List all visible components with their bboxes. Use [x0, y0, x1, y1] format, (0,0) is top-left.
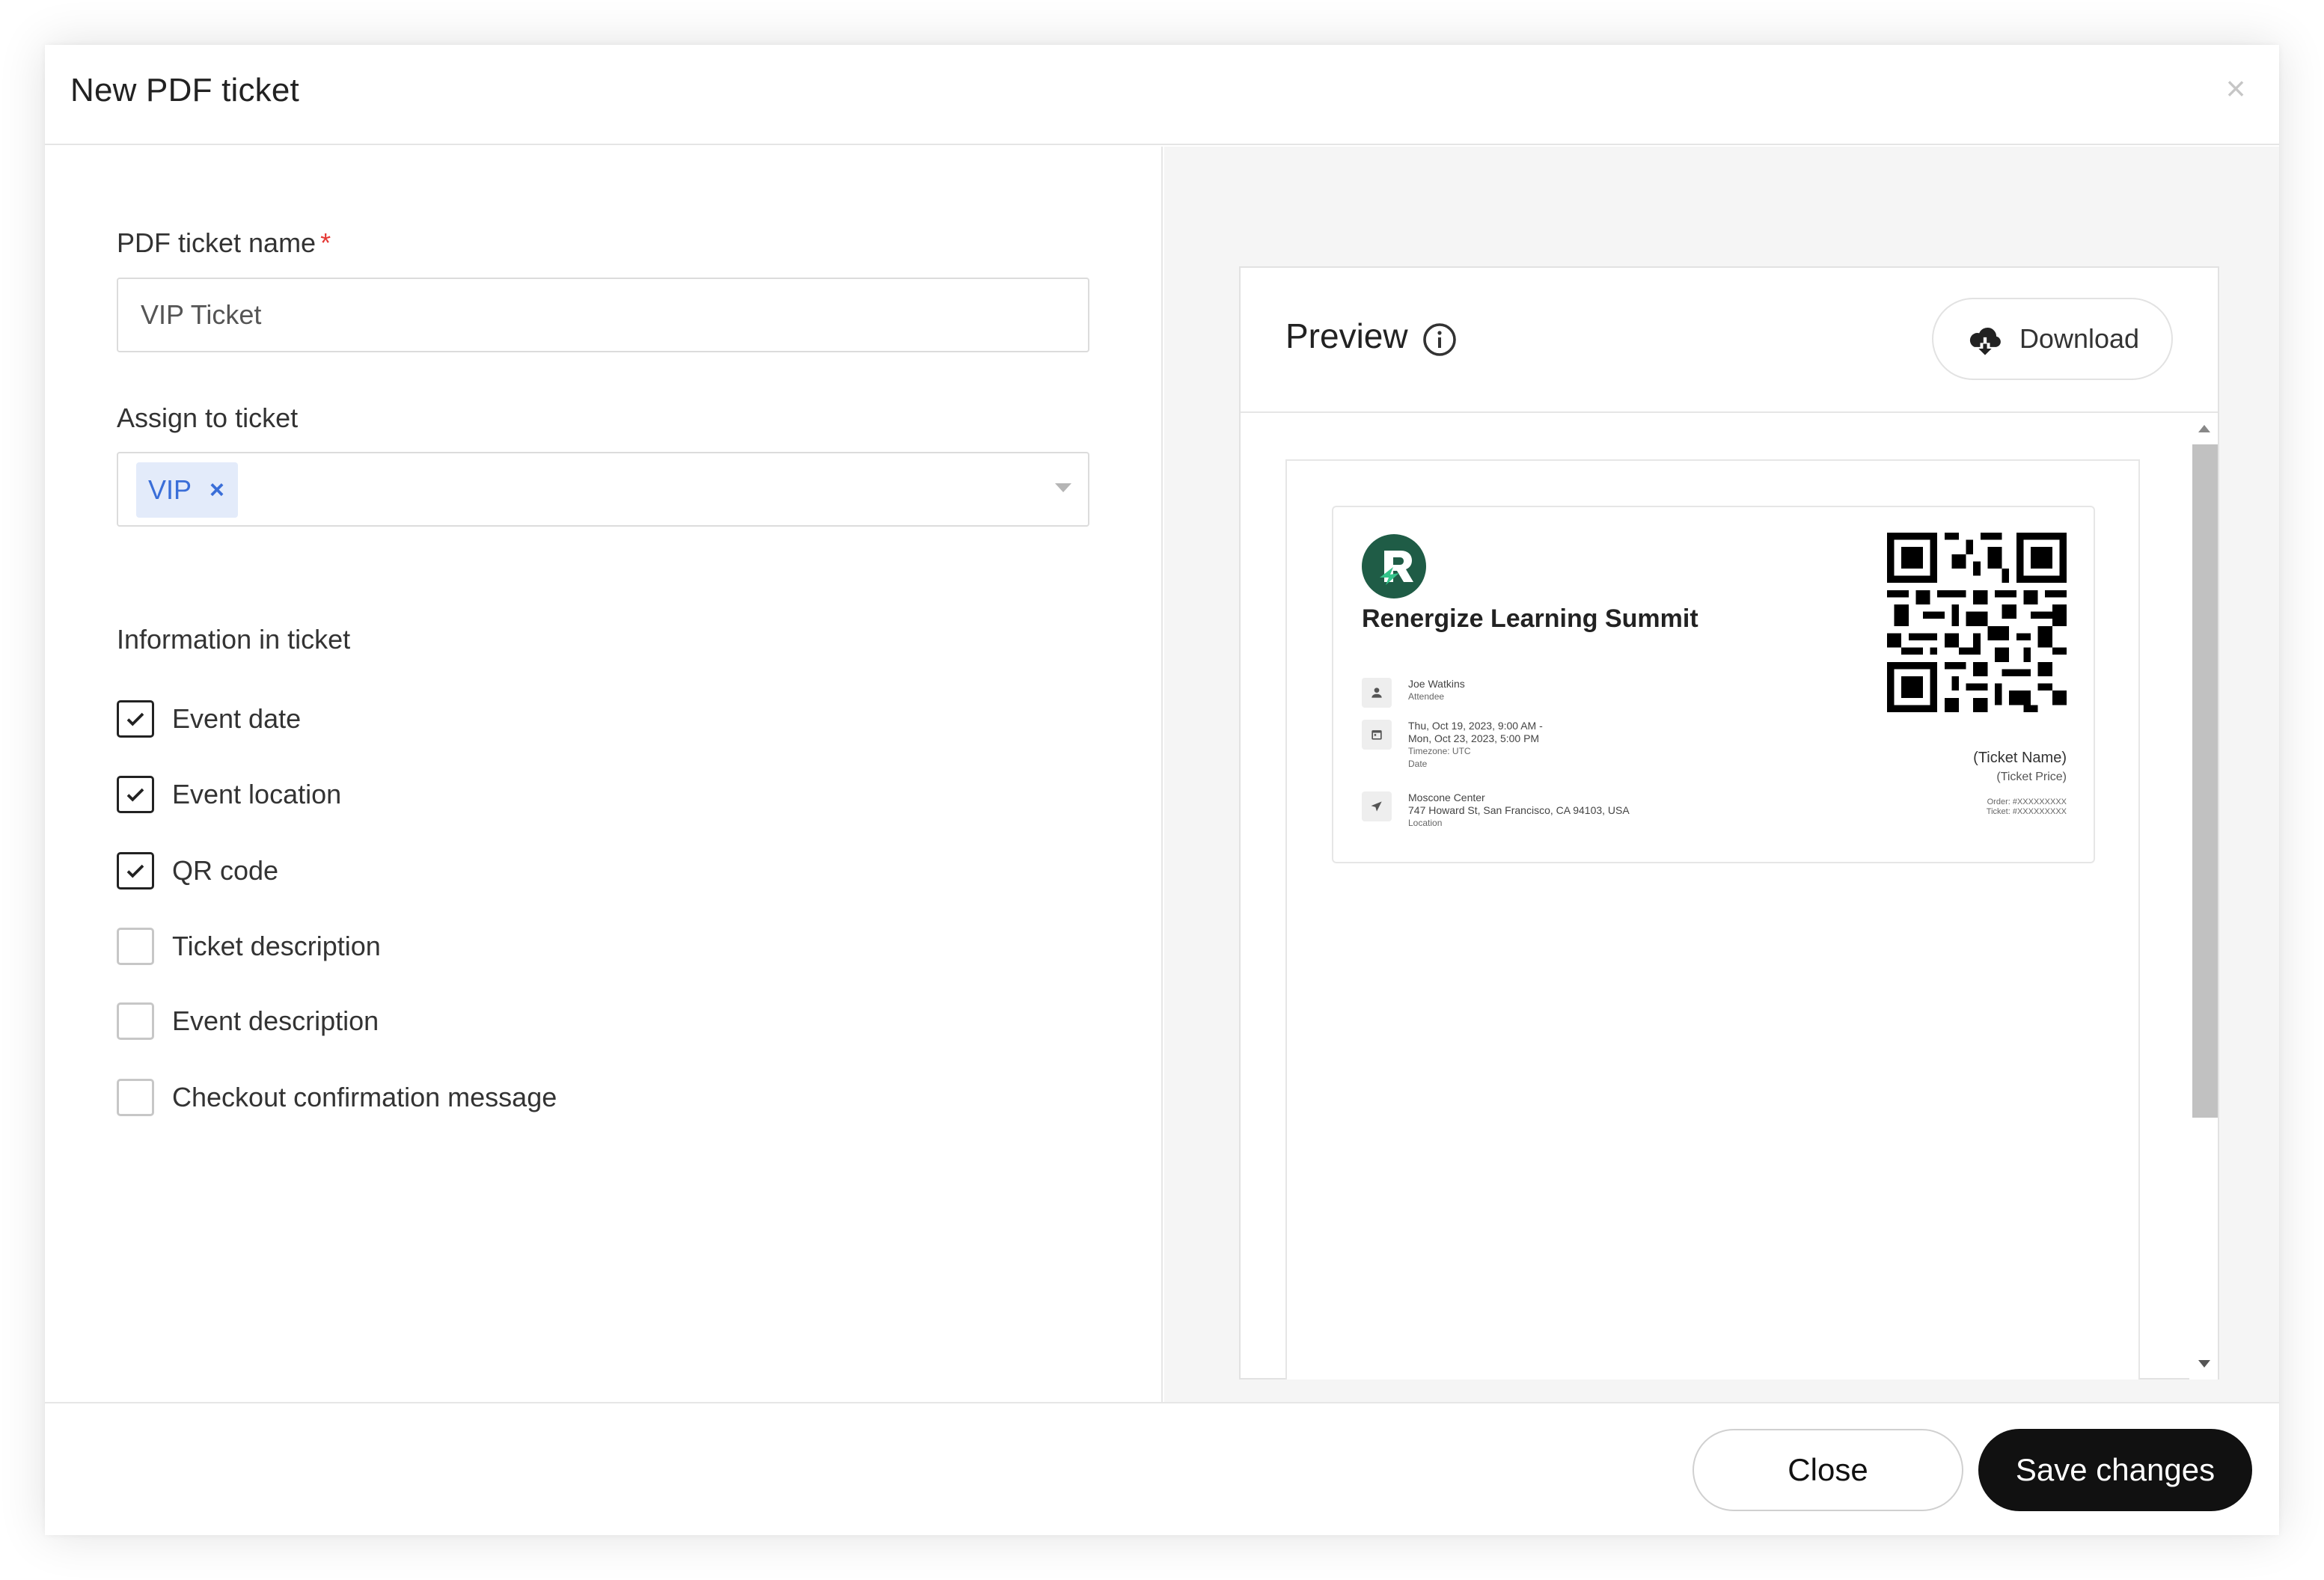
ticket-description-label: Ticket description	[172, 931, 381, 961]
location-name: Moscone Center	[1408, 791, 1485, 803]
preview-title: Preview	[1285, 316, 1408, 355]
checkmark-icon	[126, 864, 144, 878]
download-button[interactable]: Download	[1932, 298, 2173, 380]
info-in-ticket-label: Information in ticket	[117, 624, 351, 655]
preview-card: Preview Download Renergize Learning Summ…	[1239, 266, 2219, 1380]
checkout-confirmation-label: Checkout confirmation message	[172, 1082, 557, 1112]
pdf-ticket-modal: New PDF ticket × PDF ticket name* Assign…	[45, 45, 2279, 1535]
ticket-description-checkbox[interactable]	[117, 928, 154, 965]
event-date-label: Event date	[172, 703, 302, 734]
checkmark-icon	[126, 712, 144, 726]
ticket-name-label-text: PDF ticket name	[117, 227, 317, 258]
location-address: 747 Howard St, San Francisco, CA 94103, …	[1408, 804, 1630, 816]
modal-header: New PDF ticket ×	[45, 45, 2279, 145]
location-info: Moscone Center 747 Howard St, San Franci…	[1408, 791, 1630, 830]
date-line-1: Thu, Oct 19, 2023, 9:00 AM -	[1408, 720, 1543, 732]
scrollbar-thumb[interactable]	[2192, 444, 2218, 1118]
download-label: Download	[2019, 323, 2140, 354]
required-mark: *	[320, 227, 331, 258]
attendee-row: Joe Watkins Attendee	[1362, 678, 1465, 708]
option-event-date[interactable]: Event date	[117, 699, 301, 739]
assign-ticket-label: Assign to ticket	[117, 402, 299, 433]
event-description-checkbox[interactable]	[117, 1002, 154, 1040]
event-logo-icon	[1362, 534, 1426, 598]
ticket-name-label: PDF ticket name *	[117, 227, 331, 259]
close-icon[interactable]: ×	[2218, 70, 2254, 106]
event-name: Renergize Learning Summit	[1362, 604, 1698, 633]
order-ticket-ids: Order: #XXXXXXXXX Ticket: #XXXXXXXXX	[1987, 797, 2067, 817]
option-event-location[interactable]: Event location	[117, 774, 341, 815]
scroll-up-arrow-icon[interactable]	[2198, 425, 2210, 432]
cloud-download-icon	[1969, 327, 2001, 355]
ticket-price-placeholder: (Ticket Price)	[1996, 771, 2067, 783]
user-icon	[1362, 678, 1392, 708]
modal-title: New PDF ticket	[70, 72, 299, 108]
qr-code-icon	[1887, 533, 2067, 712]
date-row: Thu, Oct 19, 2023, 9:00 AM - Mon, Oct 23…	[1362, 720, 1543, 771]
date-sub: Date	[1408, 759, 1428, 769]
location-arrow-icon	[1362, 791, 1392, 821]
date-timezone: Timezone: UTC	[1408, 746, 1471, 756]
pdf-page: Renergize Learning Summit Joe Watkins At…	[1285, 459, 2140, 1380]
preview-scroll-area[interactable]: Renergize Learning Summit Joe Watkins At…	[1241, 414, 2218, 1380]
ticket-id: Ticket: #XXXXXXXXX	[1986, 807, 2067, 816]
calendar-icon	[1362, 720, 1392, 750]
order-id: Order: #XXXXXXXXX	[1987, 797, 2067, 806]
ticket-name-input[interactable]	[117, 278, 1089, 352]
preview-pane: Preview Download Renergize Learning Summ…	[1164, 147, 2279, 1402]
assigned-ticket-chip: VIP ×	[136, 462, 238, 518]
assign-ticket-select[interactable]: VIP ×	[117, 452, 1089, 527]
info-icon[interactable]	[1422, 322, 1458, 358]
preview-scrollbar[interactable]	[2189, 414, 2218, 1380]
qr-code-label: QR code	[172, 855, 279, 886]
option-checkout-confirmation[interactable]: Checkout confirmation message	[117, 1077, 557, 1118]
ticket-preview: Renergize Learning Summit Joe Watkins At…	[1332, 506, 2095, 863]
scroll-down-arrow-icon[interactable]	[2198, 1360, 2210, 1368]
ticket-name-placeholder: (Ticket Name)	[1973, 750, 2067, 766]
attendee-sub: Attendee	[1408, 691, 1445, 702]
location-row: Moscone Center 747 Howard St, San Franci…	[1362, 791, 1630, 830]
attendee-name: Joe Watkins	[1408, 678, 1465, 690]
chevron-down-icon[interactable]	[1055, 483, 1071, 492]
date-info: Thu, Oct 19, 2023, 9:00 AM - Mon, Oct 23…	[1408, 720, 1543, 771]
checkmark-icon	[126, 788, 144, 802]
chip-label: VIP	[148, 474, 192, 505]
qr-code-checkbox[interactable]	[117, 852, 154, 889]
event-location-label: Event location	[172, 779, 342, 809]
chip-remove-icon[interactable]: ×	[210, 476, 224, 505]
event-location-checkbox[interactable]	[117, 776, 154, 813]
save-changes-button[interactable]: Save changes	[1978, 1429, 2252, 1511]
event-date-checkbox[interactable]	[117, 700, 154, 738]
event-description-label: Event description	[172, 1005, 379, 1036]
location-sub: Location	[1408, 818, 1443, 828]
date-line-2: Mon, Oct 23, 2023, 5:00 PM	[1408, 732, 1540, 744]
attendee-info: Joe Watkins Attendee	[1408, 678, 1465, 708]
modal-footer: Close Save changes	[45, 1402, 2279, 1535]
checkout-confirmation-checkbox[interactable]	[117, 1079, 154, 1116]
form-pane: PDF ticket name* Assign to ticket VIP × …	[45, 147, 1163, 1402]
preview-header: Preview Download	[1241, 268, 2218, 413]
option-ticket-description[interactable]: Ticket description	[117, 926, 381, 967]
option-event-description[interactable]: Event description	[117, 1001, 379, 1041]
close-button[interactable]: Close	[1692, 1429, 1963, 1511]
option-qr-code[interactable]: QR code	[117, 851, 278, 891]
